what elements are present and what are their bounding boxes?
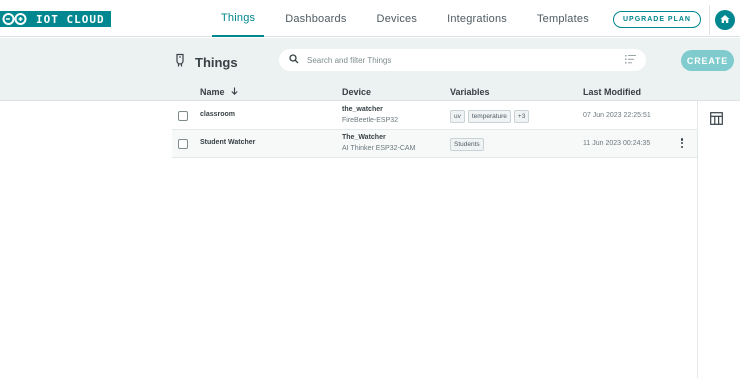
search-bar bbox=[279, 49, 646, 71]
table-row[interactable]: classroom the_watcher FireBeetle-ESP32 u… bbox=[172, 102, 697, 130]
nav-tab-dashboards[interactable]: Dashboards bbox=[276, 0, 355, 37]
home-icon bbox=[720, 11, 730, 29]
thing-name[interactable]: Student Watcher bbox=[200, 139, 255, 146]
home-button[interactable] bbox=[715, 10, 735, 30]
logo-text: IOT CLOUD bbox=[30, 11, 111, 27]
column-header-last-modified[interactable]: Last Modified bbox=[583, 87, 641, 97]
upgrade-plan-button[interactable]: UPGRADE PLAN bbox=[613, 11, 701, 28]
variable-tag: Students bbox=[450, 138, 484, 151]
filter-icon[interactable] bbox=[625, 51, 636, 69]
iot-cloud-logo[interactable]: IOT CLOUD bbox=[0, 11, 111, 27]
home-area bbox=[709, 5, 740, 35]
nav-tab-devices[interactable]: Devices bbox=[368, 0, 427, 37]
column-header-variables[interactable]: Variables bbox=[450, 87, 490, 97]
main-nav: Things Dashboards Devices Integrations T… bbox=[212, 0, 610, 37]
column-header-device[interactable]: Device bbox=[342, 87, 371, 97]
nav-tab-integrations[interactable]: Integrations bbox=[438, 0, 516, 37]
last-modified: 11 Jun 2023 00:24:35 bbox=[583, 140, 651, 147]
search-input[interactable] bbox=[307, 55, 625, 65]
search-icon bbox=[289, 51, 299, 69]
right-sidebar bbox=[697, 101, 740, 378]
row-checkbox[interactable] bbox=[178, 111, 188, 121]
page-title: Things bbox=[195, 55, 238, 70]
variables-tags: Students bbox=[450, 138, 487, 151]
device-type: AI Thinker ESP32-CAM bbox=[342, 145, 416, 152]
arduino-infinity-icon bbox=[0, 11, 30, 27]
table-layout-icon[interactable] bbox=[710, 112, 723, 130]
variable-tag: temperature bbox=[467, 110, 511, 123]
variables-tags: uv temperature +3 bbox=[450, 110, 532, 123]
sort-arrow-down-icon bbox=[230, 87, 238, 97]
column-header-name[interactable]: Name bbox=[200, 87, 238, 97]
variable-more-tag: +3 bbox=[513, 110, 530, 123]
last-modified: 07 Jun 2023 22:25:51 bbox=[583, 112, 651, 119]
row-menu-kebab-icon[interactable] bbox=[680, 138, 684, 150]
device-name[interactable]: the_watcher bbox=[342, 106, 383, 113]
nav-tab-things[interactable]: Things bbox=[212, 0, 265, 37]
column-label-name: Name bbox=[200, 87, 225, 97]
table-row[interactable]: Student Watcher The_Watcher AI Thinker E… bbox=[172, 130, 697, 158]
top-bar: IOT CLOUD Things Dashboards Devices Inte… bbox=[0, 0, 740, 37]
device-type: FireBeetle-ESP32 bbox=[342, 117, 399, 124]
page-title-group: Things bbox=[174, 53, 238, 72]
table-header: Name Device Variables Last Modified bbox=[172, 83, 697, 102]
thing-icon bbox=[174, 53, 186, 72]
thing-name[interactable]: classroom bbox=[200, 111, 235, 118]
create-button[interactable]: CREATE bbox=[681, 50, 734, 71]
nav-tab-templates[interactable]: Templates bbox=[528, 0, 598, 37]
row-checkbox[interactable] bbox=[178, 139, 188, 149]
things-table: Name Device Variables Last Modified clas… bbox=[172, 83, 697, 158]
device-name[interactable]: The_Watcher bbox=[342, 134, 386, 141]
variable-tag: uv bbox=[450, 110, 465, 123]
